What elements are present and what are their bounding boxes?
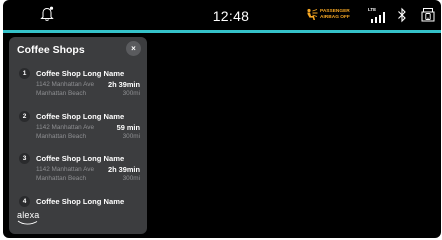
item-distance: 300mi	[122, 90, 140, 97]
item-address: 1142 Manhattan Ave	[36, 81, 95, 88]
item-city: Manhattan Beach	[36, 133, 87, 140]
item-duration: 59 min	[116, 123, 140, 132]
airbag-icon	[307, 8, 318, 20]
item-address: 1142 Manhattan Ave	[36, 124, 95, 131]
signal-icon: LTE	[368, 7, 386, 23]
item-number: 2	[19, 111, 30, 122]
status-bar: 12:48 PASSENGER AIRBAG OFF LTE	[3, 0, 441, 31]
item-city: Manhattan Beach	[36, 175, 87, 182]
item-name: Coffee Shop Long Name	[36, 154, 125, 163]
panel-title: Coffee Shops	[17, 44, 85, 56]
bluetooth-icon[interactable]	[397, 7, 407, 23]
car-display-screen: 12:48 PASSENGER AIRBAG OFF LTE Coffee Sh…	[3, 0, 441, 238]
list-item[interactable]: 2 Coffee Shop Long Name 1142 Manhattan A…	[9, 111, 147, 151]
phone-icon[interactable]	[421, 7, 435, 23]
item-duration: 2h 39min	[107, 80, 140, 89]
coffee-shops-panel: Coffee Shops × 1 Coffee Shop Long Name 1…	[9, 37, 147, 234]
item-name: Coffee Shop Long Name	[36, 197, 125, 206]
airbag-line-2: AIRBAG OFF	[320, 14, 350, 20]
item-name: Coffee Shop Long Name	[36, 112, 125, 121]
list-item[interactable]: 3 Coffee Shop Long Name 1142 Manhattan A…	[9, 153, 147, 193]
list-item[interactable]: 1 Coffee Shop Long Name 1142 Manhattan A…	[9, 68, 147, 108]
item-number: 1	[19, 68, 30, 79]
item-distance: 300mi	[122, 175, 140, 182]
passenger-airbag-indicator: PASSENGER AIRBAG OFF	[305, 8, 353, 22]
airbag-status-text: PASSENGER AIRBAG OFF	[320, 9, 350, 20]
close-icon: ×	[131, 44, 136, 53]
item-distance: 300mi	[122, 133, 140, 140]
signal-bars	[371, 12, 387, 23]
item-duration: 2h 39min	[107, 165, 140, 174]
close-button[interactable]: ×	[126, 41, 141, 56]
accent-bar	[3, 30, 441, 33]
alexa-swoosh-icon	[17, 220, 38, 225]
item-name: Coffee Shop Long Name	[36, 69, 125, 78]
item-address: 1142 Manhattan Ave	[36, 166, 95, 173]
item-number: 4	[19, 196, 30, 207]
item-number: 3	[19, 153, 30, 164]
airbag-line-1: PASSENGER	[320, 9, 350, 14]
item-city: Manhattan Beach	[36, 90, 87, 97]
alexa-logo: alexa	[17, 210, 40, 220]
